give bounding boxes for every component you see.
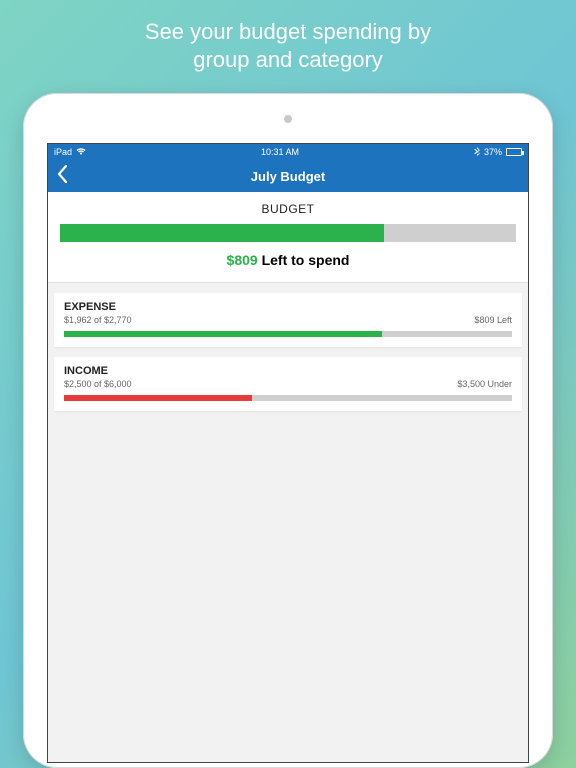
ipad-frame: iPad 10:31 AM 37% <box>23 93 553 768</box>
promo-line-1: See your budget spending by <box>145 18 431 46</box>
group-right: $3,500 Under <box>457 379 512 389</box>
device-label: iPad <box>54 147 72 157</box>
device-screen: iPad 10:31 AM 37% <box>47 143 529 763</box>
left-text: Left to spend <box>262 252 350 268</box>
group-progress-fill <box>64 395 252 401</box>
promo-line-2: group and category <box>145 46 431 74</box>
group-expense[interactable]: EXPENSE $1,962 of $2,770 $809 Left <box>54 293 522 347</box>
wifi-icon <box>76 147 86 157</box>
group-income[interactable]: INCOME $2,500 of $6,000 $3,500 Under <box>54 357 522 411</box>
battery-icon <box>506 148 522 156</box>
group-progress-fill <box>64 331 382 337</box>
page-title: July Budget <box>251 169 325 184</box>
budget-progress-bar <box>60 224 516 242</box>
status-bar: iPad 10:31 AM 37% <box>48 144 528 160</box>
app-store-promo-bg: See your budget spending by group and ca… <box>0 0 576 768</box>
promo-text: See your budget spending by group and ca… <box>145 18 431 73</box>
group-title: EXPENSE <box>64 301 132 313</box>
battery-pct: 37% <box>484 147 502 157</box>
left-to-spend: $809 Left to spend <box>56 252 520 268</box>
back-button[interactable] <box>56 164 68 190</box>
group-right: $809 Left <box>474 315 512 325</box>
budget-progress-fill <box>60 224 384 242</box>
status-right: 37% <box>474 147 522 158</box>
group-progress-bar <box>64 395 512 401</box>
status-time: 10:31 AM <box>261 147 299 157</box>
budget-label: BUDGET <box>56 202 520 216</box>
left-amount: $809 <box>227 252 258 268</box>
group-title: INCOME <box>64 365 132 377</box>
bluetooth-icon <box>474 147 480 158</box>
group-sub: $2,500 of $6,000 <box>64 379 132 389</box>
group-progress-bar <box>64 331 512 337</box>
nav-bar: July Budget <box>48 160 528 192</box>
budget-summary: BUDGET $809 Left to spend <box>48 192 528 283</box>
group-sub: $1,962 of $2,770 <box>64 315 132 325</box>
status-left: iPad <box>54 147 86 157</box>
